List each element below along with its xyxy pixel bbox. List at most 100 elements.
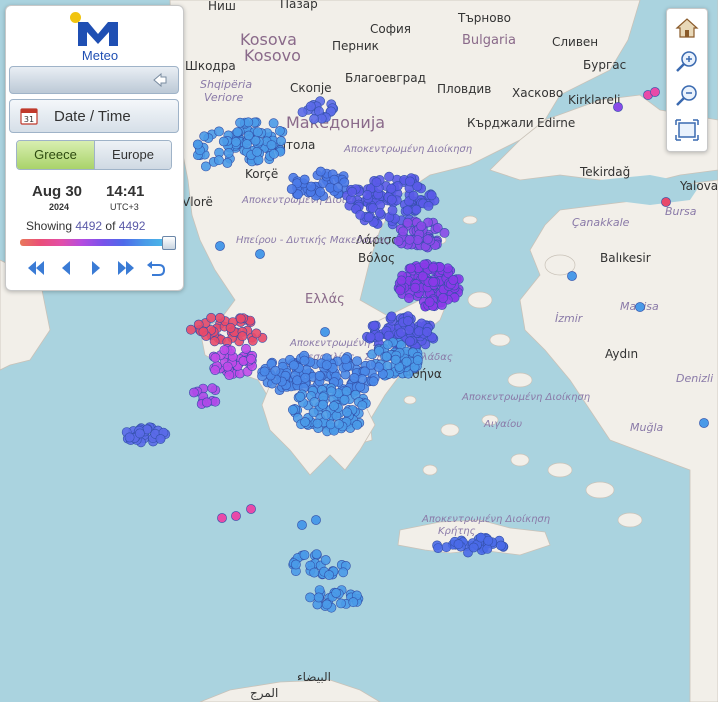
lightning-strike <box>408 190 419 201</box>
label-tekirdag: Tekirdağ <box>579 165 630 179</box>
time-slider-handle[interactable] <box>162 236 176 250</box>
label-nis: Ниш <box>208 0 236 13</box>
lightning-strike <box>422 326 432 337</box>
label-volos: Βόλος <box>358 251 395 265</box>
lightning-strike <box>441 542 452 553</box>
playback-controls <box>24 257 172 279</box>
lightning-strike <box>309 567 320 578</box>
lightning-strike <box>496 540 506 551</box>
m-logo-icon <box>78 22 118 46</box>
lightning-strike <box>268 118 279 129</box>
lightning-strike <box>333 182 343 193</box>
lightning-strike <box>251 328 262 339</box>
lightning-strike <box>268 148 279 159</box>
lightning-strike <box>405 263 416 274</box>
lightning-strike <box>225 322 236 333</box>
lightning-strike <box>305 592 315 603</box>
reset-icon[interactable] <box>144 257 168 279</box>
lightning-strike <box>309 114 319 124</box>
lightning-strike <box>468 542 479 553</box>
lightning-strike <box>124 432 135 443</box>
lightning-strike <box>324 570 334 580</box>
lightning-strike <box>321 409 332 420</box>
lightning-strike <box>266 140 277 150</box>
lightning-strike <box>341 386 352 397</box>
lightning-strike <box>398 226 408 237</box>
lightning-strike <box>218 136 229 147</box>
label-korce: Korçë <box>245 167 278 181</box>
rewind-icon[interactable] <box>24 257 48 279</box>
current-date: Aug 30 <box>32 183 83 200</box>
timezone: UTC+3 <box>110 202 139 212</box>
lightning-strike <box>402 315 413 326</box>
meteo-logo[interactable]: Meteo <box>70 12 130 63</box>
lightning-strike <box>246 353 256 364</box>
collapse-panel-button[interactable] <box>9 66 179 94</box>
lightning-strike <box>661 197 671 207</box>
home-icon[interactable] <box>672 13 702 43</box>
lightning-strike <box>329 401 339 411</box>
label-edirne: Edirne <box>537 116 575 130</box>
label-denizli: Denizli <box>676 372 713 385</box>
step-back-icon[interactable] <box>54 257 78 279</box>
lightning-strike <box>416 221 427 231</box>
time-slider[interactable] <box>20 236 176 250</box>
lightning-strike <box>235 313 246 324</box>
lightning-strike <box>325 419 336 430</box>
label-bulgaria: Bulgaria <box>462 33 516 48</box>
time-slider-track[interactable] <box>20 239 165 246</box>
zoom-out-icon[interactable] <box>672 81 702 111</box>
fast-forward-icon[interactable] <box>114 257 138 279</box>
lightning-strike <box>276 136 286 146</box>
lightning-strike <box>439 227 450 238</box>
zoom-in-icon[interactable] <box>672 47 702 77</box>
lightning-strike <box>241 343 251 354</box>
tab-greece[interactable]: Greece <box>17 141 95 169</box>
lightning-strike <box>448 275 459 285</box>
fit-extent-icon[interactable] <box>672 115 702 145</box>
lightning-strike <box>312 418 323 429</box>
lightning-strike <box>255 249 265 259</box>
lightning-strike <box>369 320 379 331</box>
lightning-strike <box>246 504 256 514</box>
label-burgas: Бургас <box>583 58 626 72</box>
lightning-strike <box>286 184 297 194</box>
lightning-strike <box>433 543 443 553</box>
date-time-label: Date / Time <box>54 108 131 125</box>
logo-text: Meteo <box>81 48 119 63</box>
lightning-strike <box>384 171 394 182</box>
label-kosovo: Kosovo <box>244 46 301 65</box>
date-time-button[interactable]: 31 Date / Time <box>9 99 179 133</box>
lightning-strike <box>336 598 346 609</box>
lightning-strike <box>287 404 298 415</box>
lightning-strike <box>308 407 319 418</box>
label-region-aegean: Αιγαίου <box>483 418 522 430</box>
label-region-admin-2: Αποκεντρωμένη Διοίκηση <box>343 143 472 155</box>
lightning-strike <box>134 428 145 439</box>
lightning-strike <box>396 327 407 338</box>
lightning-strike <box>300 417 310 427</box>
lightning-strike <box>423 200 434 211</box>
lightning-strike <box>453 539 464 550</box>
lightning-strike <box>347 186 357 197</box>
play-icon[interactable] <box>84 257 108 279</box>
lightning-strike <box>300 372 311 383</box>
lightning-strike <box>210 352 221 363</box>
label-ellas: Ελλάς <box>305 292 345 307</box>
lightning-strike <box>419 259 430 270</box>
lightning-strike <box>213 155 224 166</box>
lightning-strike <box>199 131 210 142</box>
lightning-strike <box>206 312 216 323</box>
lightning-strike <box>214 126 224 137</box>
label-canakkale: Çanakkale <box>572 216 630 229</box>
lightning-strike <box>321 599 332 610</box>
lightning-strike <box>321 360 332 370</box>
lightning-strike <box>188 387 199 398</box>
lightning-strike <box>222 158 233 168</box>
lightning-strike <box>185 324 196 335</box>
lightning-strike <box>259 366 270 377</box>
lightning-strike <box>155 434 166 444</box>
tab-europe[interactable]: Europe <box>95 141 171 169</box>
lightning-strike <box>428 262 439 273</box>
lightning-strike <box>315 186 326 197</box>
